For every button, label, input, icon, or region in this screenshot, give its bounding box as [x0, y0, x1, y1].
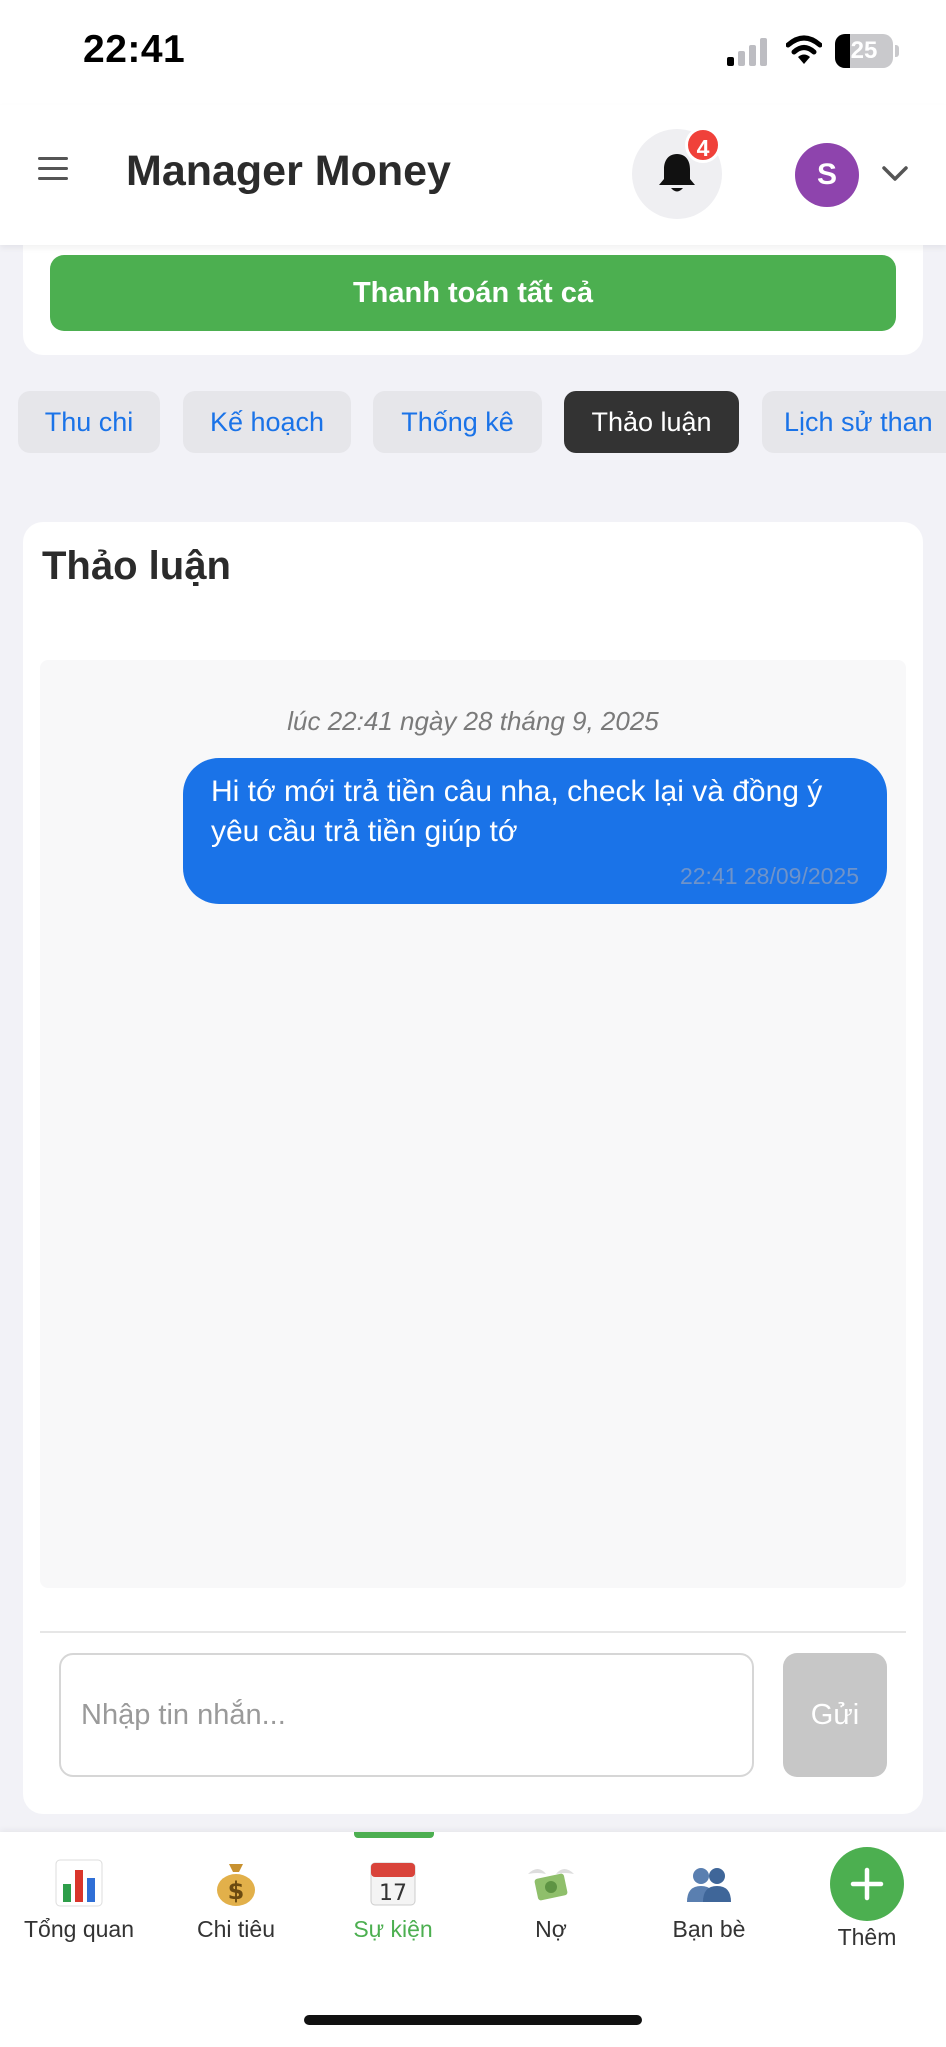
tab-thao-luan[interactable]: Thảo luận [564, 391, 739, 453]
notification-badge: 4 [685, 127, 721, 163]
message-time: 22:41 28/09/2025 [679, 863, 859, 889]
tab-thu-chi[interactable]: Thu chi [18, 391, 160, 453]
home-indicator [304, 2015, 642, 2025]
money-bag-icon: $ [217, 1864, 255, 1906]
tab-lich-su[interactable]: Lịch sử than [762, 391, 946, 453]
nav-label: Nợ [535, 1916, 567, 1942]
message-input[interactable] [59, 1653, 754, 1777]
avatar[interactable]: S [795, 143, 859, 207]
friends-icon [687, 1868, 731, 1902]
tab-ke-hoach[interactable]: Kế hoạch [183, 391, 351, 453]
nav-item-ban-be[interactable]: Bạn bè [630, 1832, 788, 1972]
app-screen: 22:41 25 Manager Money 4 S Thanh toán tấ… [0, 0, 946, 2047]
discussion-card: Thảo luận lúc 22:41 ngày 28 tháng 9, 202… [23, 522, 923, 1814]
nav-item-su-kien[interactable]: 17 Sự kiện [314, 1832, 472, 1972]
nav-item-no[interactable]: Nợ [472, 1832, 630, 1972]
nav-label: Bạn bè [672, 1916, 746, 1942]
status-time: 22:41 [83, 28, 186, 71]
message-date-label: lúc 22:41 ngày 28 tháng 9, 2025 [287, 706, 659, 736]
battery-icon: 25 [835, 34, 899, 68]
chart-icon [55, 1859, 103, 1907]
menu-icon[interactable] [38, 157, 68, 183]
add-label: Thêm [837, 1924, 897, 1950]
money-wings-icon [528, 1869, 574, 1901]
message-text: Hi tớ mới trả tiền câu nha, check lại và… [211, 775, 823, 848]
send-button[interactable]: Gửi [783, 1653, 887, 1777]
pay-all-button[interactable]: Thanh toán tất cả [50, 255, 896, 331]
message-area[interactable]: lúc 22:41 ngày 28 tháng 9, 2025 Hi tớ mớ… [40, 660, 906, 1588]
notifications-button[interactable]: 4 [632, 127, 722, 219]
nav-item-tong-quan[interactable]: Tổng quan [0, 1832, 158, 1972]
battery-level: 25 [850, 37, 878, 64]
svg-text:$: $ [228, 1877, 245, 1905]
tab-bar: Thu chi Kế hoạch Thống kê Thảo luận Lịch… [0, 391, 946, 455]
pay-all-card: Thanh toán tất cả [23, 230, 923, 355]
message-bubble: Hi tớ mới trả tiền câu nha, check lại và… [183, 758, 887, 904]
composer-divider [40, 1631, 906, 1633]
nav-label: Tổng quan [24, 1916, 134, 1942]
add-button[interactable] [830, 1847, 904, 1921]
svg-text:17: 17 [379, 1881, 407, 1906]
wifi-icon [786, 35, 822, 64]
app-header: Manager Money 4 S [0, 105, 946, 245]
status-bar: 22:41 25 [0, 0, 946, 105]
app-title: Manager Money [126, 147, 451, 195]
signal-icon [727, 38, 767, 66]
nav-label: Chi tiêu [197, 1916, 275, 1942]
tab-thong-ke[interactable]: Thống kê [373, 391, 542, 453]
nav-label: Sự kiện [353, 1916, 433, 1942]
plus-icon [850, 1867, 884, 1901]
calendar-icon: 17 [370, 1862, 416, 1906]
discussion-title: Thảo luận [42, 544, 231, 588]
chevron-down-icon[interactable] [881, 165, 909, 183]
nav-item-chi-tieu[interactable]: $ Chi tiêu [157, 1832, 315, 1972]
